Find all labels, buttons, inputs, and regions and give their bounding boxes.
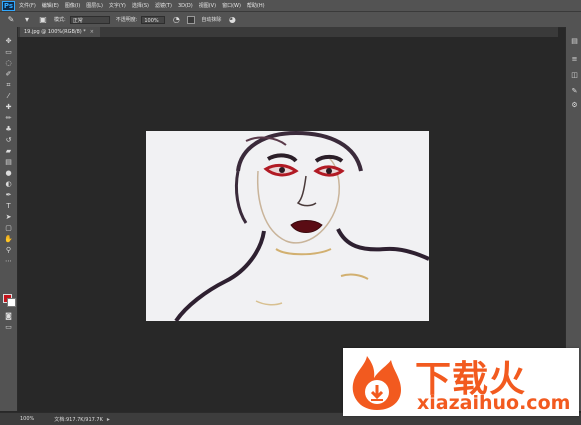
pressure-size-icon[interactable]: ◕ <box>227 15 237 25</box>
status-menu-arrow[interactable]: ▸ <box>107 416 110 423</box>
blur-icon[interactable]: ● <box>4 169 13 178</box>
history-brush-icon[interactable]: ↺ <box>4 136 13 145</box>
menu-image[interactable]: 图像(I) <box>65 2 80 9</box>
menu-window[interactable]: 窗口(W) <box>222 2 241 9</box>
document-tab-title: 19.jpg @ 100%(RGB/8) * <box>24 29 86 35</box>
hand-icon[interactable]: ✋ <box>4 235 13 244</box>
document-tab[interactable]: 19.jpg @ 100%(RGB/8) * × <box>20 27 100 37</box>
background-color-swatch[interactable] <box>7 298 16 307</box>
brush-panel-icon[interactable]: ✎ <box>570 87 579 96</box>
more-tools-icon[interactable]: ⋯ <box>4 257 13 266</box>
brush-icon[interactable]: ✏ <box>4 114 13 123</box>
eraser-icon[interactable]: ▰ <box>4 147 13 156</box>
auto-erase-checkbox[interactable] <box>187 15 196 24</box>
history-panel-icon[interactable]: ▤ <box>570 37 579 46</box>
crop-icon[interactable]: ⌗ <box>4 81 13 90</box>
properties-panel-icon[interactable]: ≡ <box>570 55 579 64</box>
brush-preset-icon[interactable]: ▾ <box>22 15 32 25</box>
watermark-url: xiazaihuo.com <box>417 392 571 414</box>
sketch-portrait-image <box>146 131 429 321</box>
menu-type[interactable]: 文字(Y) <box>109 2 126 9</box>
type-icon[interactable]: T <box>4 202 13 211</box>
pen-icon[interactable]: ✒ <box>4 191 13 200</box>
zoom-icon[interactable]: ⚲ <box>4 246 13 255</box>
menu-select[interactable]: 选择(S) <box>132 2 149 9</box>
flame-logo-icon <box>352 356 401 410</box>
healing-icon[interactable]: ✚ <box>4 103 13 112</box>
marquee-icon[interactable]: ▭ <box>4 48 13 57</box>
auto-erase-label: 自动抹除 <box>201 17 222 23</box>
document-info: 文档:917.7K/917.7K <box>54 416 103 423</box>
quick-select-icon[interactable]: ✐ <box>4 70 13 79</box>
pressure-opacity-icon[interactable]: ◔ <box>171 15 181 25</box>
menu-layer[interactable]: 图层(L) <box>86 2 103 9</box>
lasso-icon[interactable]: ◌ <box>4 59 13 68</box>
opacity-input[interactable]: 100% <box>141 15 166 24</box>
stamp-icon[interactable]: ♣ <box>4 125 13 134</box>
document-tab-bar: 19.jpg @ 100%(RGB/8) * × <box>18 27 558 37</box>
menu-file[interactable]: 文件(F) <box>19 2 36 9</box>
move-icon[interactable]: ✥ <box>4 37 13 46</box>
menu-edit[interactable]: 编辑(E) <box>42 2 59 9</box>
adjust-panel-icon[interactable]: ⚙ <box>570 101 579 110</box>
opacity-label: 不透明度: <box>115 17 138 23</box>
screen-mode-icon[interactable]: ▭ <box>4 323 13 332</box>
dodge-icon[interactable]: ◐ <box>4 180 13 189</box>
photoshop-logo: Ps <box>2 0 15 11</box>
menu-3d[interactable]: 3D(D) <box>178 3 193 9</box>
quick-mask-icon[interactable]: ◙ <box>4 312 13 321</box>
options-bar: ✎ ▾ ▣ 模式: 正常 不透明度: 100% ◔ 自动抹除 ◕ <box>0 12 581 28</box>
mode-label: 模式: <box>54 17 66 23</box>
layers-panel-icon[interactable]: ◫ <box>570 71 579 80</box>
watermark-overlay: 下载火 xiazaihuo.com <box>343 348 579 416</box>
menu-filter[interactable]: 滤镜(T) <box>155 2 172 9</box>
eraser-tool-icon[interactable]: ✎ <box>6 15 16 25</box>
document-image[interactable] <box>146 131 429 321</box>
menu-help[interactable]: 帮助(H) <box>247 2 265 9</box>
shape-icon[interactable]: ▢ <box>4 224 13 233</box>
gradient-icon[interactable]: ▤ <box>4 158 13 167</box>
zoom-level[interactable]: 100% <box>20 416 34 422</box>
tools-panel: ✥ ▭ ◌ ✐ ⌗ ⁄ ✚ ✏ ♣ ↺ ▰ ▤ ● ◐ ✒ T ➤ ▢ ✋ ⚲ … <box>0 27 18 411</box>
close-icon[interactable]: × <box>90 29 94 35</box>
menu-bar: Ps 文件(F) 编辑(E) 图像(I) 图层(L) 文字(Y) 选择(S) 滤… <box>0 0 581 12</box>
brush-panel-icon[interactable]: ▣ <box>38 15 48 25</box>
eyedropper-icon[interactable]: ⁄ <box>4 92 13 101</box>
path-select-icon[interactable]: ➤ <box>4 213 13 222</box>
mode-select[interactable]: 正常 <box>69 15 110 24</box>
menu-view[interactable]: 视图(V) <box>199 2 216 9</box>
